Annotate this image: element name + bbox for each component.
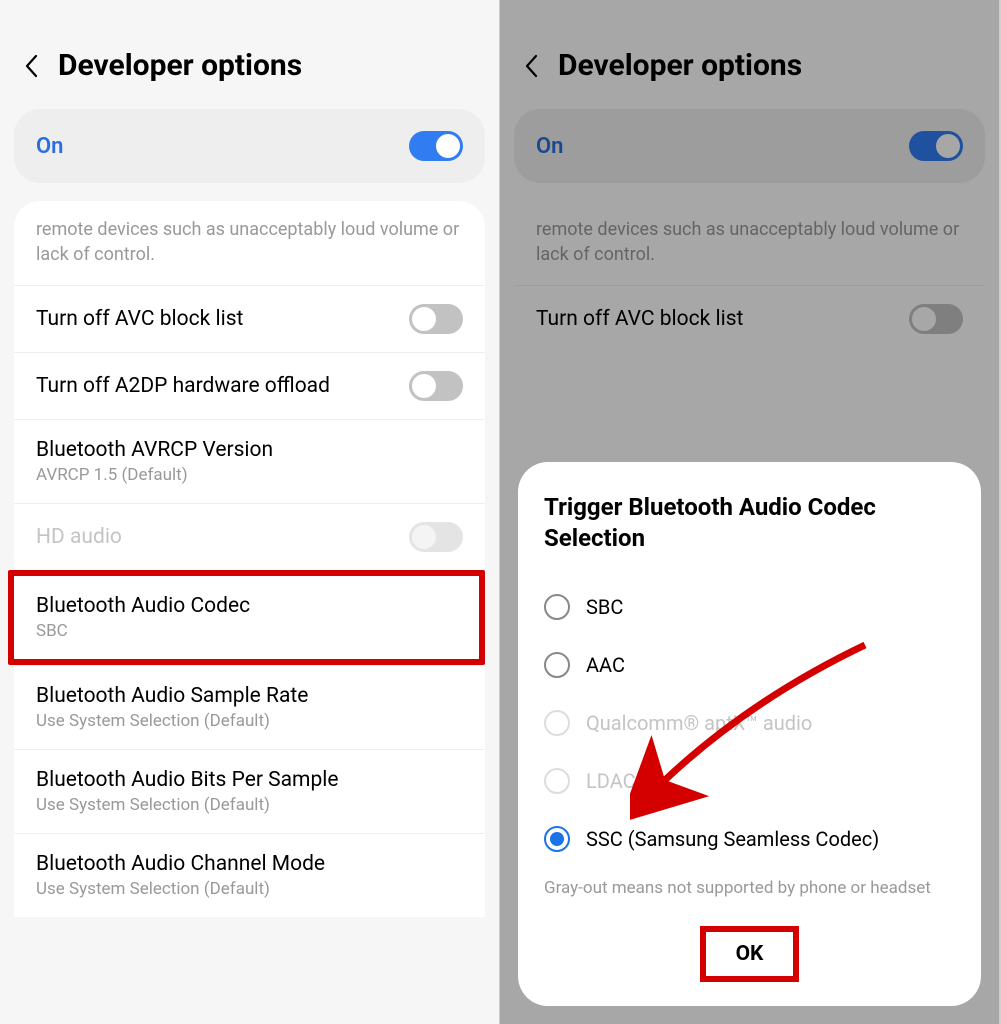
- ok-button[interactable]: OK: [726, 936, 774, 972]
- header: Developer options: [0, 0, 499, 109]
- settings-list: remote devices such as unacceptably loud…: [14, 201, 485, 917]
- toggle-a2dp[interactable]: [409, 371, 463, 401]
- option-sbc[interactable]: SBC: [544, 578, 955, 636]
- row-bits-per-sample[interactable]: Bluetooth Audio Bits Per Sample Use Syst…: [14, 749, 485, 833]
- radio-icon: [544, 768, 570, 794]
- row-title: HD audio: [36, 525, 409, 549]
- page-title: Developer options: [58, 48, 302, 83]
- row-hd-audio: HD audio: [14, 503, 485, 570]
- toggle-avc[interactable]: [409, 304, 463, 334]
- row-subtitle: Use System Selection (Default): [36, 711, 463, 731]
- master-toggle[interactable]: [409, 131, 463, 161]
- row-sample-rate[interactable]: Bluetooth Audio Sample Rate Use System S…: [14, 665, 485, 749]
- row-a2dp-offload[interactable]: Turn off A2DP hardware offload: [14, 352, 485, 419]
- row-subtitle: SBC: [36, 621, 457, 641]
- row-avc-block-list[interactable]: Turn off AVC block list: [14, 285, 485, 352]
- row-subtitle: Use System Selection (Default): [36, 795, 463, 815]
- option-label: Qualcomm® aptX™ audio: [586, 711, 812, 735]
- option-ssc[interactable]: SSC (Samsung Seamless Codec): [544, 810, 955, 868]
- dialog-actions: OK: [544, 918, 955, 988]
- row-title: Turn off AVC block list: [36, 307, 409, 331]
- row-title: Bluetooth Audio Bits Per Sample: [36, 768, 463, 792]
- screen-right: Developer options On remote devices such…: [500, 0, 1000, 1024]
- radio-icon: [544, 710, 570, 736]
- partial-description: remote devices such as unacceptably loud…: [14, 207, 485, 285]
- row-bluetooth-audio-codec[interactable]: Bluetooth Audio Codec SBC: [14, 576, 479, 659]
- option-ldac: LDAC: [544, 752, 955, 810]
- row-title: Bluetooth Audio Channel Mode: [36, 852, 463, 876]
- dialog-title: Trigger Bluetooth Audio Codec Selection: [544, 492, 955, 554]
- row-title: Bluetooth Audio Sample Rate: [36, 684, 463, 708]
- radio-icon: [544, 652, 570, 678]
- screen-left: Developer options On remote devices such…: [0, 0, 500, 1024]
- annotation-highlight-codec: Bluetooth Audio Codec SBC: [8, 570, 485, 665]
- annotation-highlight-ok: OK: [700, 926, 800, 982]
- toggle-hd-audio: [409, 522, 463, 552]
- codec-selection-dialog: Trigger Bluetooth Audio Codec Selection …: [518, 462, 981, 1006]
- row-subtitle: Use System Selection (Default): [36, 879, 463, 899]
- row-title: Turn off A2DP hardware offload: [36, 374, 409, 398]
- row-avrcp-version[interactable]: Bluetooth AVRCP Version AVRCP 1.5 (Defau…: [14, 419, 485, 503]
- row-channel-mode[interactable]: Bluetooth Audio Channel Mode Use System …: [14, 833, 485, 917]
- radio-icon: [544, 594, 570, 620]
- radio-icon: [544, 826, 570, 852]
- option-aptx: Qualcomm® aptX™ audio: [544, 694, 955, 752]
- option-label: SSC (Samsung Seamless Codec): [586, 827, 879, 851]
- master-toggle-row[interactable]: On: [14, 109, 485, 183]
- row-title: Bluetooth Audio Codec: [36, 594, 457, 618]
- option-label: LDAC: [586, 769, 636, 793]
- dialog-note: Gray-out means not supported by phone or…: [544, 878, 955, 898]
- master-toggle-label: On: [36, 134, 63, 159]
- option-aac[interactable]: AAC: [544, 636, 955, 694]
- row-title: Bluetooth AVRCP Version: [36, 438, 463, 462]
- row-subtitle: AVRCP 1.5 (Default): [36, 465, 463, 485]
- option-label: SBC: [586, 595, 623, 619]
- back-icon[interactable]: [20, 55, 42, 77]
- option-label: AAC: [586, 653, 625, 677]
